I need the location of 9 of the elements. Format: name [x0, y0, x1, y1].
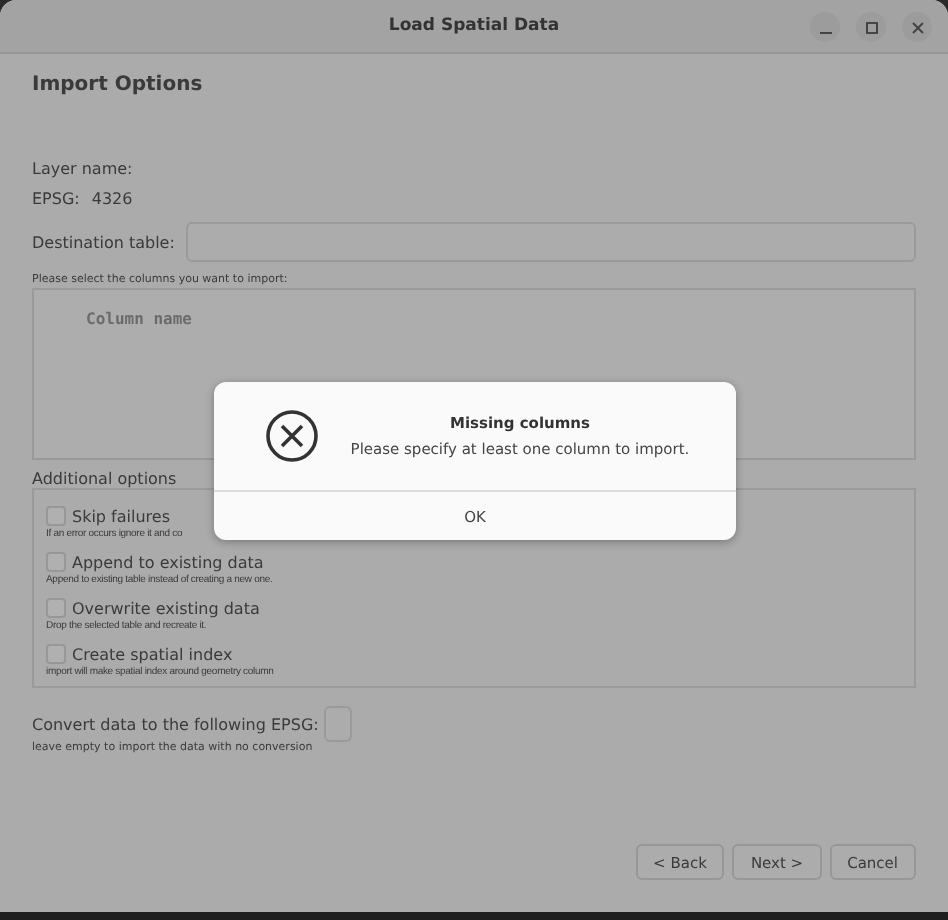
page-heading: Import Options: [32, 74, 205, 96]
destination-table-label: Destination table:: [32, 233, 175, 251]
window-title: Load Spatial Data: [388, 16, 560, 36]
epsg-value: 4326: [91, 190, 133, 208]
layer-name-label: Layer name:: [32, 160, 135, 178]
column-header: Column name: [86, 310, 192, 328]
group-title: Additional options: [32, 470, 179, 488]
epsg-label: EPSG:: [32, 190, 80, 208]
convert-epsg-label: Convert data to the following EPSG:: [32, 715, 319, 733]
